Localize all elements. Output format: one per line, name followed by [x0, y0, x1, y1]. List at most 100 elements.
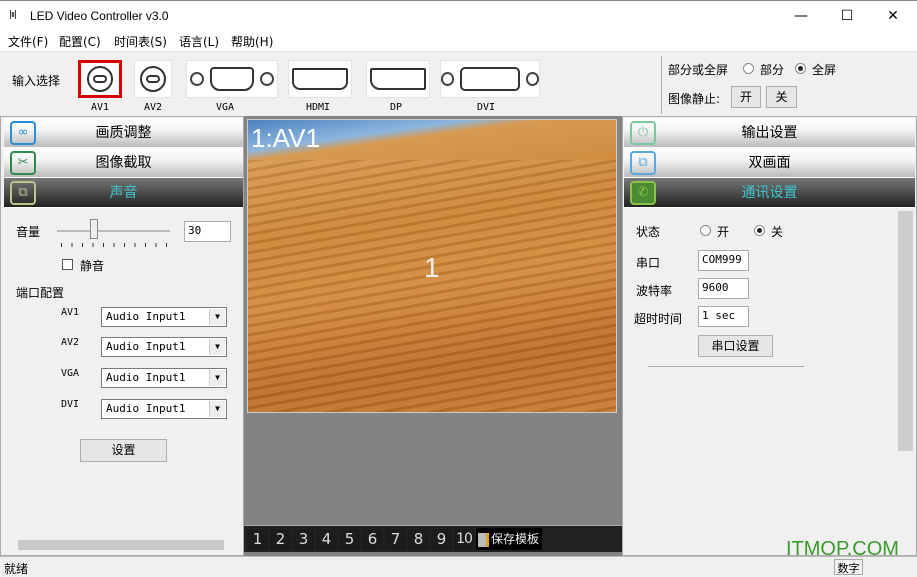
maximize-button[interactable]: ☐ — [824, 1, 870, 31]
port-dvi-button[interactable] — [440, 60, 540, 98]
video-window[interactable]: 1:AV1 1 — [247, 119, 617, 413]
dropdown-arrow-icon: ▼ — [209, 401, 225, 417]
slider-ticks — [61, 243, 167, 247]
template-10-button[interactable]: 10 — [454, 529, 474, 550]
full-label: 全屏 — [812, 61, 836, 78]
dual-screen-icon: ⧉ — [630, 151, 656, 175]
select-value: Audio Input1 — [106, 340, 185, 353]
dropdown-arrow-icon: ▼ — [209, 339, 225, 355]
tab-output-settings[interactable]: ⏻输出设置 — [624, 118, 915, 148]
right-panel: ⏻输出设置 ⧉双画面 ✆通讯设置 状态 开 关 串口 COM999 波特率 96… — [622, 116, 917, 556]
template-6-button[interactable]: 6 — [362, 529, 383, 550]
tab-label: 双画面 — [749, 155, 791, 171]
port-label: DVI — [466, 102, 506, 113]
app-icon: |ıı| — [9, 10, 16, 20]
freeze-off-button[interactable]: 关 — [766, 86, 797, 108]
dropdown-arrow-icon: ▼ — [209, 309, 225, 325]
timeout-field[interactable]: 1 sec — [698, 306, 749, 327]
port-name: DVI — [61, 399, 79, 410]
port-vga-button[interactable] — [186, 60, 278, 98]
template-8-button[interactable]: 8 — [408, 529, 429, 550]
timeout-label: 超时时间 — [634, 310, 682, 327]
template-1-button[interactable]: 1 — [247, 529, 268, 550]
volume-label: 音量 — [16, 223, 40, 240]
freeze-label: 图像静止: — [668, 90, 720, 107]
freeze-on-button[interactable]: 开 — [731, 86, 761, 108]
numlock-indicator: 数字 — [834, 559, 863, 575]
tab-label: 画质调整 — [96, 125, 152, 141]
port-label: VGA — [205, 102, 245, 113]
picture-quality-icon: ∞ — [10, 121, 36, 145]
volume-slider-thumb[interactable] — [90, 219, 98, 239]
tab-communication[interactable]: ✆通讯设置 — [624, 178, 915, 208]
set-button[interactable]: 设置 — [80, 439, 167, 462]
menu-file[interactable]: 文件(F) — [8, 33, 48, 50]
port-label: HDMI — [298, 102, 338, 113]
volume-slider[interactable] — [57, 230, 170, 232]
template-2-button[interactable]: 2 — [270, 529, 291, 550]
port-label: AV1 — [80, 102, 120, 113]
port-av2-button[interactable] — [134, 60, 172, 98]
template-7-button[interactable]: 7 — [385, 529, 406, 550]
partial-radio[interactable] — [743, 63, 754, 74]
scrollbar-thumb[interactable] — [898, 211, 913, 451]
vga-icon — [210, 67, 254, 91]
bnc-icon — [140, 66, 166, 92]
status-off-radio[interactable] — [754, 225, 765, 236]
vga-audio-select[interactable]: Audio Input1▼ — [101, 368, 227, 388]
status-on-radio[interactable] — [700, 225, 711, 236]
volume-input[interactable]: 30 — [184, 221, 231, 242]
port-label: AV2 — [133, 102, 173, 113]
template-5-button[interactable]: 5 — [339, 529, 360, 550]
status-bar: 就绪 数字 — [0, 556, 917, 576]
dvi-icon — [460, 67, 519, 91]
select-value: Audio Input1 — [106, 371, 185, 384]
menu-help[interactable]: 帮助(H) — [231, 33, 273, 50]
baud-rate-field[interactable]: 9600 — [698, 278, 749, 299]
tab-image-crop[interactable]: ✂ 图像截取 — [4, 148, 243, 178]
port-dp-button[interactable] — [366, 60, 430, 98]
av2-audio-select[interactable]: Audio Input1 ▼ — [101, 337, 227, 357]
scissors-icon: ✂ — [10, 151, 36, 175]
minimize-button[interactable]: — — [778, 1, 824, 31]
menu-schedule[interactable]: 时间表(S) — [114, 33, 167, 50]
toolbar: 输入选择 AV1 AV2 VGA HDMI DP DVI 部分或全屏 部分 全屏… — [0, 51, 917, 115]
tab-label: 声音 — [110, 185, 138, 201]
template-4-button[interactable]: 4 — [316, 529, 337, 550]
save-template-icon — [478, 533, 489, 547]
serial-port-field[interactable]: COM999 — [698, 250, 749, 271]
title-bar: |ıı| LED Video Controller v3.0 — ☐ ✕ — [0, 0, 917, 30]
full-radio[interactable] — [795, 63, 806, 74]
template-3-button[interactable]: 3 — [293, 529, 314, 550]
tab-label: 图像截取 — [96, 155, 152, 171]
tab-label: 通讯设置 — [742, 185, 798, 201]
window-source-label: 1:AV1 — [251, 123, 320, 154]
bnc-icon — [87, 66, 113, 92]
serial-settings-button[interactable]: 串口设置 — [698, 335, 773, 357]
divider — [648, 366, 804, 367]
scrollbar-thumb[interactable] — [18, 540, 224, 550]
tab-picture-quality[interactable]: ∞ 画质调整 — [4, 118, 243, 148]
watermark: ITMOP.COM — [786, 538, 899, 561]
horizontal-scrollbar[interactable] — [4, 538, 240, 552]
sound-icon: ⧉ — [10, 181, 36, 205]
av1-audio-select[interactable]: Audio Input1▼ — [101, 307, 227, 327]
mute-checkbox[interactable] — [62, 259, 73, 270]
tab-label: 输出设置 — [742, 125, 798, 141]
status-label: 状态 — [636, 223, 660, 240]
port-av1-button[interactable] — [78, 60, 122, 98]
vertical-scrollbar[interactable] — [897, 209, 914, 553]
tab-sound[interactable]: ⧉ 声音 — [4, 178, 243, 208]
left-panel: ∞画质调整 ✂图像截取 ⧉声音 音量 30 静音 端口配置 AV1 Audio … — [0, 116, 244, 556]
menu-config[interactable]: 配置(C) — [59, 33, 101, 50]
save-template-label: 保存模板 — [491, 532, 539, 546]
dvi-audio-select[interactable]: Audio Input1▼ — [101, 399, 227, 419]
close-button[interactable]: ✕ — [870, 1, 916, 31]
port-hdmi-button[interactable] — [288, 60, 352, 98]
port-name: VGA — [61, 368, 79, 379]
port-config-label: 端口配置 — [16, 284, 64, 301]
tab-dual-screen[interactable]: ⧉ 双画面 — [624, 148, 915, 178]
save-template-button[interactable]: 保存模板 — [476, 528, 542, 550]
menu-language[interactable]: 语言(L) — [179, 33, 219, 50]
template-9-button[interactable]: 9 — [431, 529, 452, 550]
